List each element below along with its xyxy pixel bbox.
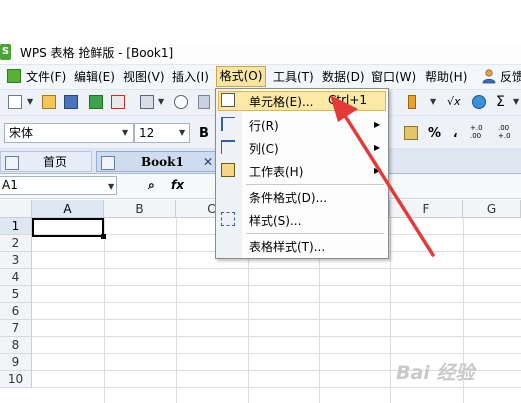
baidu-watermark: Bai 经验	[396, 362, 475, 384]
menu-window[interactable]: 窗口(W)	[371, 68, 416, 86]
row-header[interactable]: 1	[0, 218, 32, 235]
print-preview-icon[interactable]	[174, 95, 188, 109]
row-header[interactable]: 4	[0, 269, 32, 286]
menu-data[interactable]: 数据(D)	[322, 68, 365, 86]
worksheet-icon	[221, 163, 235, 177]
font-size-dropdown-icon[interactable]: ▼	[179, 128, 185, 137]
menu-insert[interactable]: 插入(I)	[172, 68, 209, 86]
home-tab-icon	[5, 156, 19, 170]
menu-item-row[interactable]: 行(R)	[249, 117, 279, 134]
menu-file[interactable]: 文件(F)	[26, 68, 66, 86]
grid-line	[32, 302, 521, 303]
new-dropdown-icon[interactable]: ▼	[27, 97, 33, 106]
row-header[interactable]: 8	[0, 337, 32, 354]
row-header[interactable]: 9	[0, 354, 32, 371]
decrease-decimal-button[interactable]: .00 +.0	[498, 124, 516, 140]
menu-format[interactable]: 格式(O)	[216, 66, 266, 87]
menu-item-column[interactable]: 列(C)	[249, 140, 279, 157]
column-width-icon	[221, 140, 235, 154]
menu-edit[interactable]: 编辑(E)	[74, 68, 115, 86]
menu-feedback[interactable]: 反馈	[500, 68, 521, 86]
column-header[interactable]: A	[32, 200, 104, 218]
spreadsheet-tab-icon	[101, 156, 115, 170]
menu-item-style[interactable]: 样式(S)...	[249, 212, 301, 229]
row-header[interactable]: 7	[0, 320, 32, 337]
annotation-arrow	[330, 95, 435, 257]
name-box[interactable]: A1	[0, 176, 117, 195]
send-mail-icon[interactable]	[89, 95, 103, 109]
menu-item-conditional-format[interactable]: 条件格式(D)...	[249, 189, 327, 206]
row-header[interactable]: 10	[0, 371, 32, 388]
print-dropdown-icon[interactable]: ▼	[158, 97, 164, 106]
format-painter-icon[interactable]	[198, 95, 210, 109]
autosum-icon[interactable]: Σ	[496, 94, 505, 110]
menu-item-cells[interactable]: 单元格(E)...	[249, 93, 313, 110]
insert-function-button[interactable]: fx	[171, 178, 184, 192]
menu-help[interactable]: 帮助(H)	[425, 68, 467, 86]
column-header[interactable]: G	[463, 200, 521, 218]
grid-line	[32, 336, 521, 337]
grid-line	[32, 268, 521, 269]
open-folder-icon[interactable]	[42, 95, 56, 109]
select-all-corner[interactable]	[0, 200, 32, 218]
selected-cell-a1[interactable]	[32, 218, 104, 237]
tab-home-label: 首页	[43, 155, 68, 169]
wps-app-icon: S	[0, 44, 11, 60]
close-tab-icon[interactable]: ✕	[203, 152, 213, 173]
menu-tools[interactable]: 工具(T)	[273, 68, 314, 86]
tab-book1-label: Book1	[141, 155, 184, 169]
grid-line	[104, 218, 105, 403]
menu-item-table-style[interactable]: 表格样式(T)...	[249, 238, 325, 255]
thousands-separator-button[interactable]: ،	[453, 126, 458, 140]
column-header[interactable]: B	[104, 200, 176, 218]
row-height-icon	[221, 117, 235, 131]
row-header[interactable]: 3	[0, 252, 32, 269]
name-box-dropdown-icon[interactable]: ▼	[108, 182, 114, 191]
fill-handle[interactable]	[101, 234, 106, 239]
style-icon	[221, 212, 235, 226]
grid-line	[32, 285, 521, 286]
save-icon[interactable]	[64, 95, 78, 109]
hyperlink-globe-icon[interactable]	[472, 95, 486, 109]
menu-item-sheet[interactable]: 工作表(H)	[249, 163, 303, 180]
app-menu-icon[interactable]	[7, 69, 21, 83]
tab-home[interactable]: 首页	[0, 151, 92, 172]
grid-line	[32, 319, 521, 320]
print-icon[interactable]	[140, 95, 154, 109]
row-header[interactable]: 5	[0, 286, 32, 303]
increase-decimal-button[interactable]: +.0 .00	[470, 124, 488, 140]
menu-view[interactable]: 视图(V)	[123, 68, 165, 86]
autosum-dropdown-icon[interactable]: ▼	[513, 97, 519, 106]
new-document-icon[interactable]	[8, 95, 22, 109]
grid-line	[32, 387, 521, 388]
bold-button[interactable]: B	[199, 126, 209, 141]
feedback-user-icon[interactable]	[481, 68, 497, 84]
tab-book1[interactable]: Book1 ✕	[96, 151, 218, 172]
function-icon[interactable]: √x	[447, 95, 461, 108]
zoom-formula-icon[interactable]: ⌕	[148, 178, 155, 193]
grid-line	[32, 353, 521, 354]
grid-line	[176, 218, 177, 403]
row-header[interactable]: 2	[0, 235, 32, 252]
window-title: WPS 表格 抢鲜版 - [Book1]	[20, 46, 174, 60]
export-pdf-icon[interactable]	[111, 95, 125, 109]
cell-format-icon	[221, 93, 235, 107]
row-header[interactable]: 6	[0, 303, 32, 320]
font-name-combo[interactable]: 宋体	[4, 123, 134, 143]
font-name-dropdown-icon[interactable]: ▼	[122, 128, 128, 137]
